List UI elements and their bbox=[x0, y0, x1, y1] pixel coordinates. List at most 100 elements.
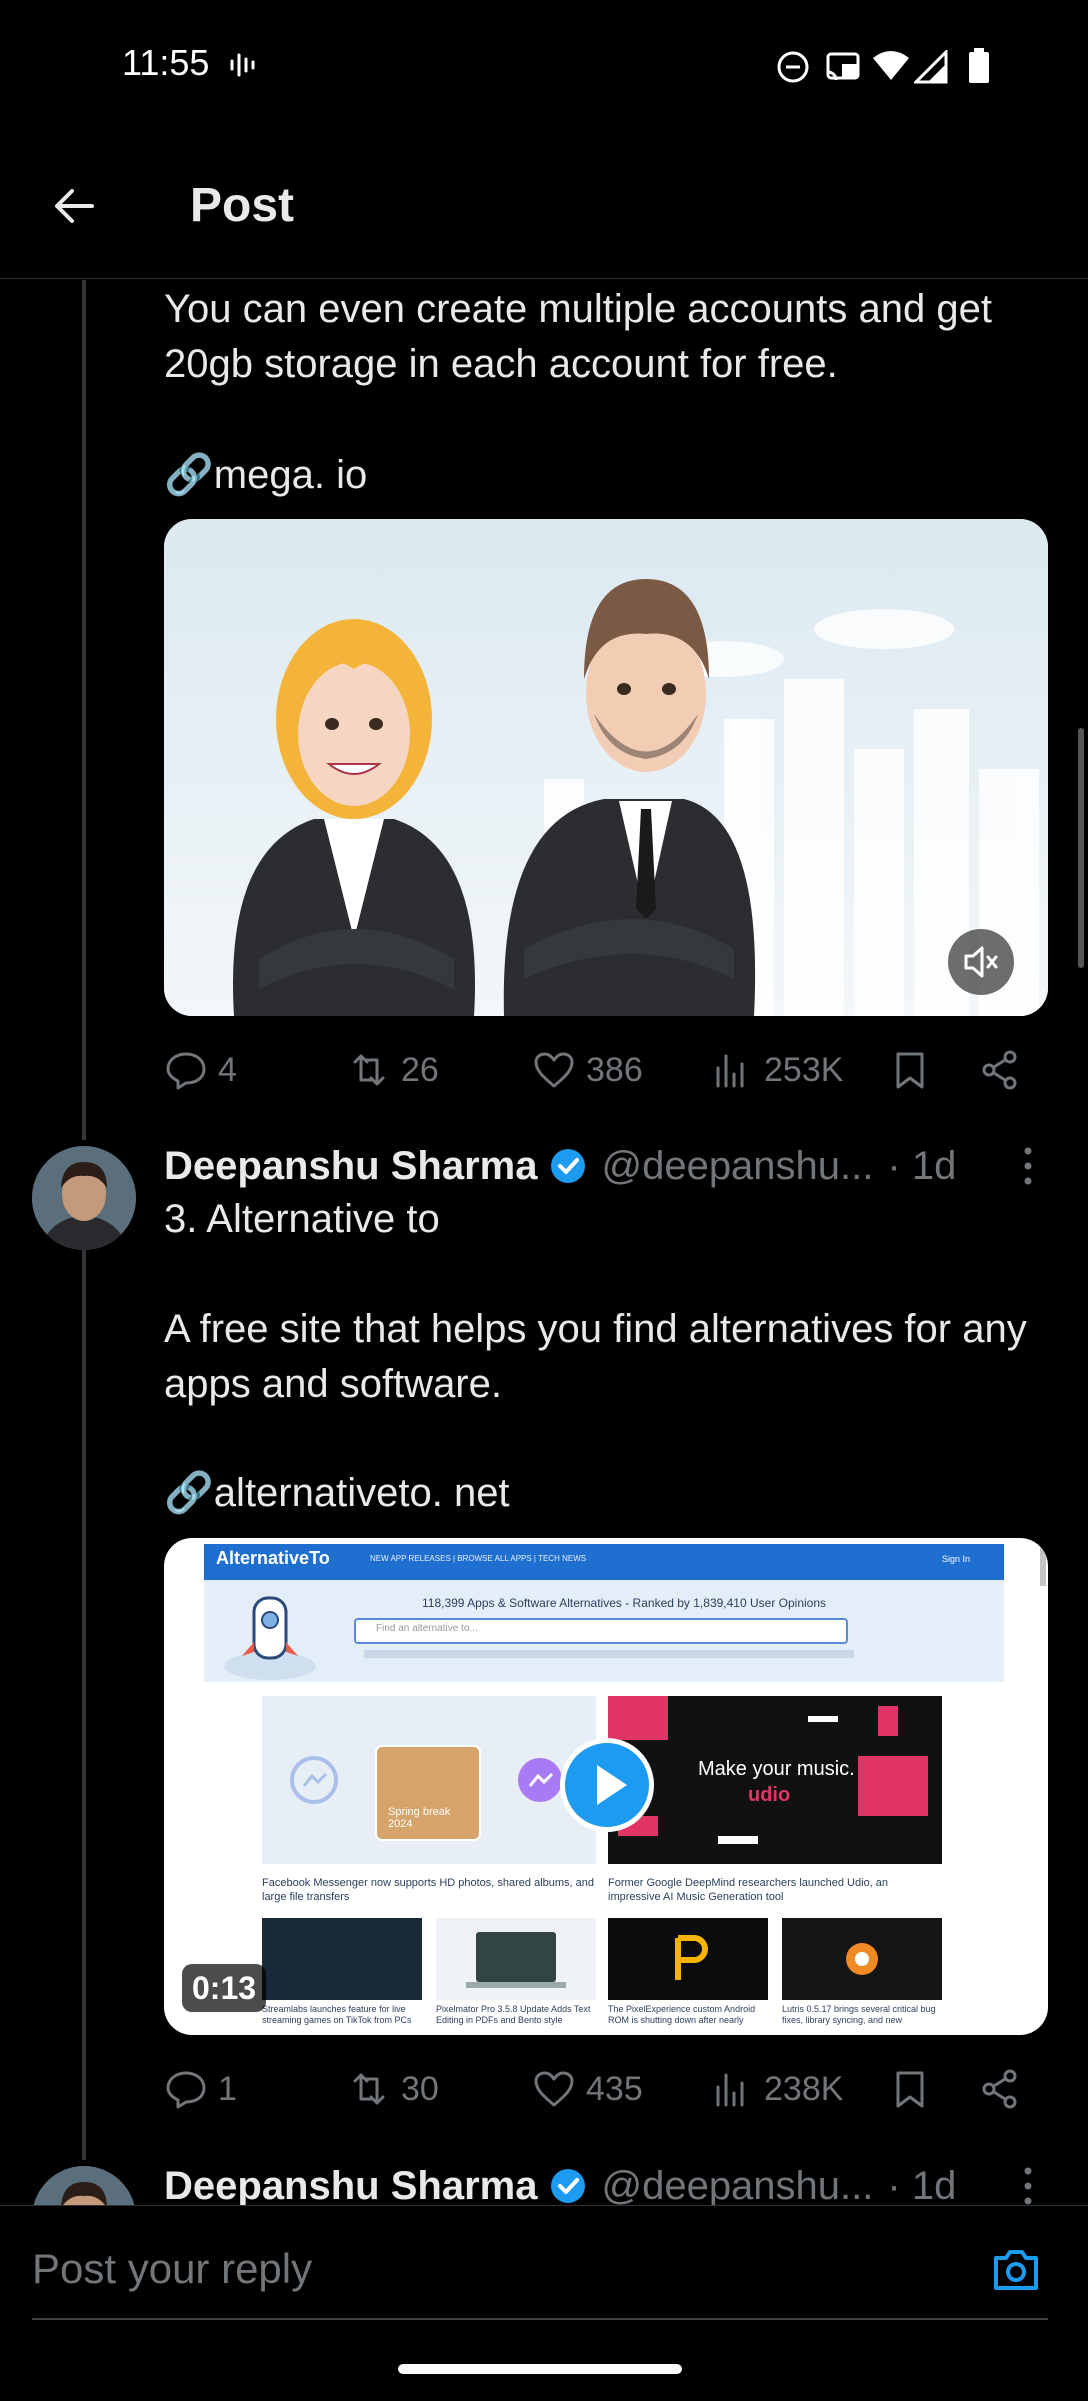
share-button[interactable] bbox=[978, 1035, 1022, 1105]
messenger-screens-illustration bbox=[290, 1745, 562, 1841]
views-button[interactable]: 253K bbox=[710, 1035, 843, 1105]
preview-signin: Sign In bbox=[942, 1554, 971, 1564]
repost-icon bbox=[353, 2073, 385, 2105]
repost-count: 30 bbox=[401, 2069, 439, 2108]
views-chart-icon bbox=[716, 2073, 744, 2107]
preview-search-placeholder: Find an alternative to... bbox=[376, 1623, 478, 1634]
share-icon bbox=[982, 2069, 1017, 2109]
video-frame-cartoon bbox=[164, 519, 1048, 1016]
post-link[interactable]: 🔗alternativeto. net bbox=[164, 1466, 1044, 1521]
do-not-disturb-icon bbox=[777, 51, 809, 83]
like-count: 435 bbox=[586, 2069, 643, 2108]
preview-small-caption-3: The PixelExperience custom Android ROM i… bbox=[608, 2004, 756, 2025]
author-handle[interactable]: @deepanshu... bbox=[601, 2164, 873, 2209]
mute-button[interactable] bbox=[948, 929, 1014, 995]
preview-count-line: 118,399 Apps & Software Alternatives - R… bbox=[421, 1596, 827, 1610]
author-row: Deepanshu Sharma @deepanshu... · 1d bbox=[164, 1136, 956, 1196]
voice-activity-icon bbox=[230, 53, 255, 77]
post-video[interactable]: AlternativeTo NEW APP RELEASES | BROWSE … bbox=[164, 1538, 1048, 2035]
lutris-logo bbox=[846, 1943, 878, 1975]
preview-small-card-2 bbox=[436, 1918, 596, 2000]
verified-badge-icon bbox=[551, 1149, 586, 1183]
reply-button[interactable]: 4 bbox=[164, 1035, 237, 1105]
avatar[interactable] bbox=[32, 1146, 136, 1250]
post-title: 3. Alternative to bbox=[164, 1197, 440, 1241]
share-button[interactable] bbox=[978, 2054, 1022, 2124]
play-button[interactable] bbox=[560, 1738, 654, 1832]
repost-button[interactable]: 30 bbox=[347, 2054, 439, 2124]
preview-small-card-3 bbox=[608, 1918, 768, 2000]
repost-count: 26 bbox=[401, 1050, 439, 1089]
reply-underline bbox=[32, 2318, 1048, 2320]
views-chart-icon bbox=[716, 1054, 744, 1088]
header-divider bbox=[0, 278, 1088, 279]
reply-button[interactable]: 1 bbox=[164, 2054, 237, 2124]
play-icon bbox=[597, 1765, 627, 1805]
video-duration: 0:13 bbox=[182, 1964, 267, 2012]
bookmark-button[interactable] bbox=[888, 1035, 932, 1105]
share-icon bbox=[982, 1050, 1017, 1090]
reply-icon bbox=[166, 2071, 206, 2109]
wifi-icon bbox=[873, 51, 909, 80]
preview-caption-1: Facebook Messenger now supports HD photo… bbox=[262, 1877, 595, 1903]
repost-icon bbox=[353, 1054, 385, 1086]
heart-icon bbox=[534, 2071, 574, 2107]
reply-input[interactable]: Post your reply bbox=[32, 2245, 952, 2293]
thread-line bbox=[82, 1248, 86, 2160]
preview-card-1: Spring break 2024 bbox=[262, 1696, 596, 1864]
bookmark-icon bbox=[896, 1052, 924, 1089]
author-name[interactable]: Deepanshu Sharma bbox=[164, 2164, 537, 2209]
udio-overlay-text: Make your music. bbox=[698, 1758, 855, 1780]
post-text: You can even create multiple accounts an… bbox=[164, 287, 992, 386]
views-count: 253K bbox=[764, 1050, 844, 1089]
laptop-illustration bbox=[466, 1932, 566, 1988]
preview-tagline-line bbox=[364, 1650, 854, 1658]
heart-icon bbox=[534, 1052, 574, 1088]
preview-caption-2: Former Google DeepMind researchers launc… bbox=[608, 1877, 889, 1903]
views-count: 238K bbox=[764, 2069, 844, 2108]
back-arrow-icon[interactable] bbox=[50, 182, 98, 230]
preview-search-box: Find an alternative to... bbox=[354, 1618, 848, 1644]
status-time: 11:55 bbox=[122, 42, 210, 83]
preview-small-caption-2: Pixelmator Pro 3.5.8 Update Adds Text Ed… bbox=[436, 2004, 591, 2025]
post-text: A free site that helps you find alternat… bbox=[164, 1307, 1027, 1406]
post-actions: 1 30 435 238K bbox=[164, 2054, 1044, 2124]
post-time: · 1d bbox=[887, 2163, 957, 2208]
like-button[interactable]: 386 bbox=[532, 1035, 643, 1105]
cast-icon bbox=[826, 52, 860, 81]
preview-small-caption-1: Streamlabs launches feature for live str… bbox=[262, 2004, 412, 2025]
more-options-icon[interactable] bbox=[1018, 2161, 1038, 2211]
post-video[interactable] bbox=[164, 519, 1048, 1016]
reply-count: 4 bbox=[218, 1050, 237, 1089]
like-count: 386 bbox=[586, 1050, 643, 1089]
battery-icon bbox=[969, 48, 989, 83]
camera-icon[interactable] bbox=[990, 2246, 1042, 2294]
like-button[interactable]: 435 bbox=[532, 2054, 643, 2124]
spring-break-label: Spring break 2024 bbox=[388, 1806, 451, 1830]
post-link[interactable]: 🔗mega. io bbox=[164, 448, 1044, 503]
author-name[interactable]: Deepanshu Sharma bbox=[164, 1144, 537, 1189]
repost-button[interactable]: 26 bbox=[347, 1035, 439, 1105]
signal-icon bbox=[914, 50, 948, 84]
page-title: Post bbox=[190, 179, 295, 232]
reply-icon bbox=[166, 1052, 206, 1090]
udio-brand: udio bbox=[748, 1784, 791, 1806]
thread-line bbox=[82, 280, 86, 1140]
speaker-muted-icon bbox=[964, 946, 998, 978]
author-handle[interactable]: @deepanshu... bbox=[601, 1144, 873, 1189]
preview-scrollbar bbox=[1040, 1546, 1046, 1586]
verified-badge-icon bbox=[551, 2169, 586, 2203]
reply-count: 1 bbox=[218, 2069, 237, 2108]
bookmark-button[interactable] bbox=[888, 2054, 932, 2124]
views-button[interactable]: 238K bbox=[710, 2054, 843, 2124]
preview-nav: NEW APP RELEASES | BROWSE ALL APPS | TEC… bbox=[370, 1554, 587, 1563]
preview-card-2: Make your music. udio bbox=[608, 1696, 942, 1864]
avatar-image bbox=[32, 1146, 136, 1250]
preview-rocket-illustration bbox=[224, 1596, 316, 1680]
more-options-icon[interactable] bbox=[1018, 1141, 1038, 1191]
preview-brand: AlternativeTo bbox=[216, 1548, 330, 1568]
preview-small-card-4 bbox=[782, 1918, 942, 2000]
page-scrollbar[interactable] bbox=[1078, 728, 1084, 968]
home-indicator[interactable] bbox=[398, 2364, 682, 2374]
preview-small-card-1 bbox=[262, 1918, 422, 2000]
